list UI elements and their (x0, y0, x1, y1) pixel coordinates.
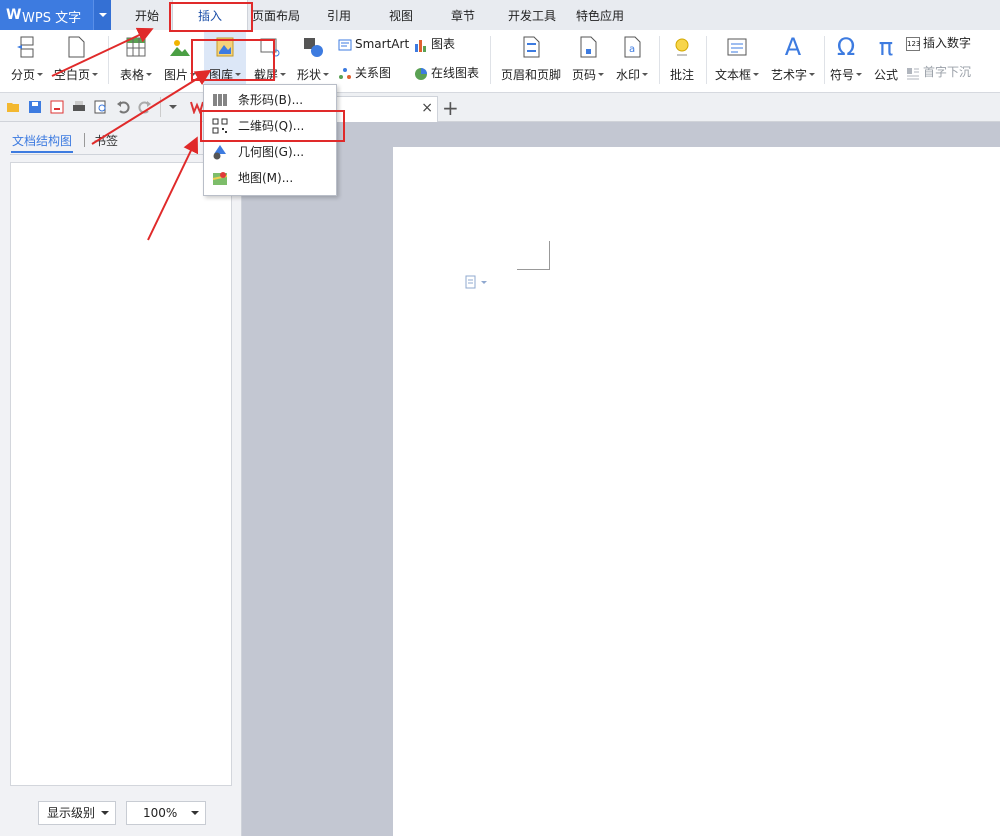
annotation-arrows (51, 27, 212, 241)
